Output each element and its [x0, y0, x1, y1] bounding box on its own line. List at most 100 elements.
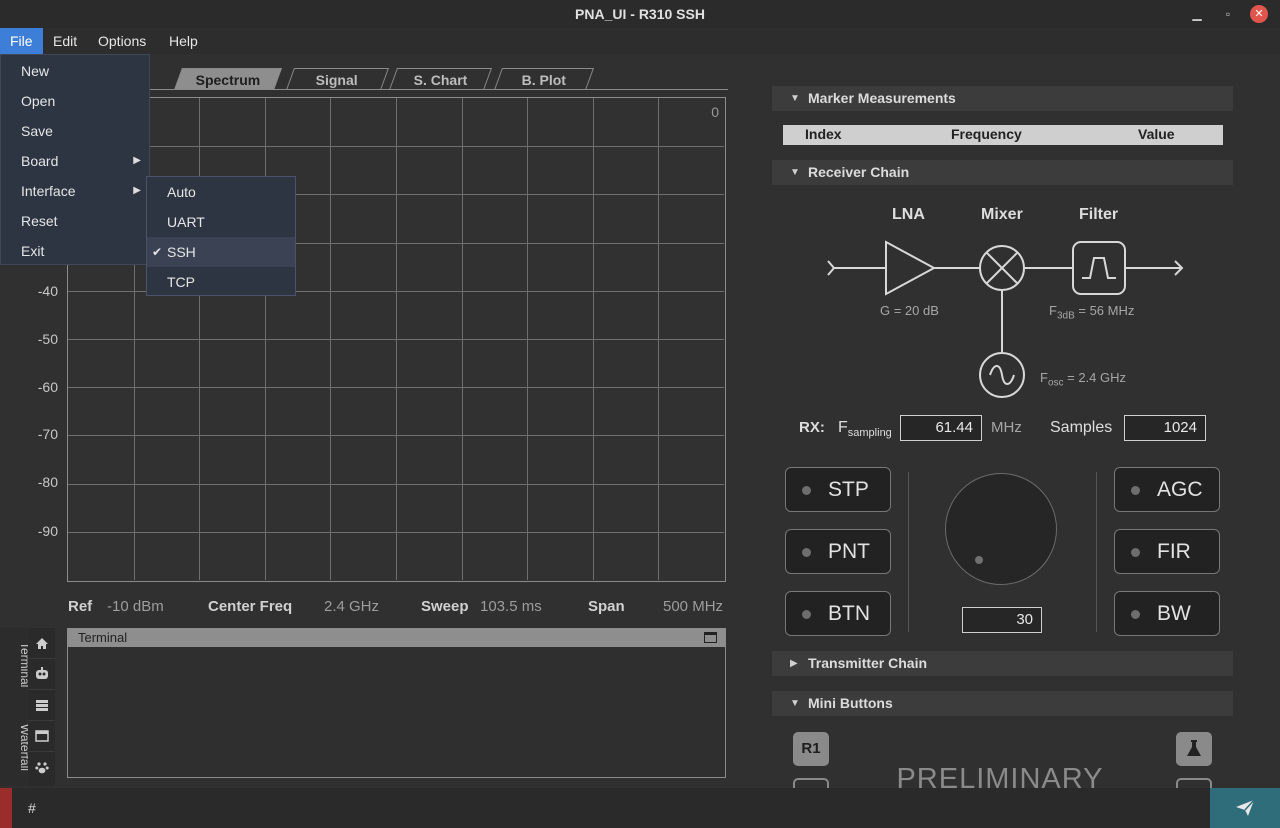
sweep-value: 103.5 ms [480, 598, 542, 615]
f3db-suffix: = 56 MHz [1074, 303, 1135, 318]
window-icon[interactable] [28, 721, 55, 752]
led-indicator [802, 610, 811, 619]
section-title: Receiver Chain [808, 164, 910, 180]
menu-edit[interactable]: Edit [43, 28, 87, 54]
led-indicator [802, 486, 811, 495]
rx-label: RX: [799, 419, 825, 436]
minimize-icon[interactable]: ▁ [1188, 5, 1206, 23]
tab-spectrum[interactable]: Spectrum [173, 68, 283, 90]
menu-options[interactable]: Options [88, 28, 156, 54]
stp-button[interactable]: STP [785, 467, 891, 512]
fosc-sub: osc [1047, 377, 1064, 389]
y-tick: -50 [37, 331, 58, 347]
spectrum-plot[interactable]: 0 [67, 97, 726, 582]
filter-label: Filter [1079, 206, 1119, 223]
fs-prefix: F [838, 419, 848, 436]
btn-button[interactable]: BTN [785, 591, 891, 636]
menu-item-open[interactable]: Open [1, 86, 149, 116]
fsampling-label: Fsampling [838, 419, 892, 439]
section-title: Marker Measurements [808, 90, 956, 106]
pnt-label: PNT [828, 540, 870, 563]
tab-s-chart[interactable]: S. Chart [388, 68, 493, 90]
send-icon [1236, 799, 1255, 816]
fsampling-unit: MHz [991, 419, 1022, 436]
fsampling-input[interactable]: 61.44 [900, 415, 982, 441]
menu-help[interactable]: Help [159, 28, 208, 54]
robot-icon[interactable] [28, 659, 55, 690]
menu-bar: File Edit Options Help [0, 28, 1280, 54]
knob-value-input[interactable]: 30 [962, 607, 1042, 633]
mixer-label: Mixer [981, 206, 1023, 223]
command-input[interactable] [44, 794, 1204, 822]
y-tick: -70 [37, 426, 58, 442]
r1-button[interactable]: R1 [793, 732, 829, 766]
send-button[interactable] [1210, 788, 1280, 828]
check-icon: ✔ [152, 245, 163, 259]
terminal-header: Terminal [68, 629, 725, 647]
mini-button-partial[interactable] [793, 778, 829, 788]
preliminary-watermark: PRELIMINARY [896, 763, 1104, 788]
span-value: 500 MHz [663, 598, 724, 615]
center-freq-value: 2.4 GHz [324, 598, 380, 615]
ref-label: Ref [68, 598, 93, 615]
paw-icon[interactable] [28, 752, 55, 783]
side-toolbar [28, 628, 55, 786]
interface-ssh[interactable]: ✔ SSH [147, 237, 295, 267]
menu-item-save[interactable]: Save [1, 116, 149, 146]
col-index: Index [805, 126, 842, 142]
receiver-chain-header[interactable]: ▼ Receiver Chain [772, 160, 1233, 185]
y-tick: -40 [37, 283, 58, 299]
interface-tcp[interactable]: TCP [147, 267, 295, 297]
tab-b-plot[interactable]: B. Plot [493, 68, 595, 90]
menu-file[interactable]: File [0, 28, 43, 54]
plot-corner-value: 0 [711, 104, 719, 120]
menu-item-interface[interactable]: Interface ▶ [1, 176, 149, 206]
osc-frequency: Fosc = 2.4 GHz [1040, 370, 1126, 389]
bw-button[interactable]: BW [1114, 591, 1220, 636]
submenu-arrow-icon: ▶ [133, 185, 141, 196]
close-icon[interactable]: ✕ [1250, 5, 1268, 23]
board-label: Board [21, 153, 59, 169]
plot-grid [68, 98, 724, 580]
samples-input[interactable]: 1024 [1124, 415, 1206, 441]
maximize-icon[interactable] [704, 632, 717, 643]
menu-item-new[interactable]: New [1, 56, 149, 86]
interface-uart[interactable]: UART [147, 207, 295, 237]
collapse-icon: ▼ [790, 93, 800, 104]
interface-submenu: Auto UART ✔ SSH TCP [146, 176, 296, 296]
fir-button[interactable]: FIR [1114, 529, 1220, 574]
tab-signal[interactable]: Signal [285, 68, 390, 90]
home-icon[interactable] [28, 628, 55, 659]
server-icon[interactable] [28, 690, 55, 721]
btn-label: BTN [828, 602, 870, 625]
mini-button-partial[interactable] [1176, 778, 1212, 788]
tab-underline [60, 89, 728, 90]
agc-label: AGC [1157, 478, 1203, 501]
agc-button[interactable]: AGC [1114, 467, 1220, 512]
flask-button[interactable] [1176, 732, 1212, 766]
command-prompt: # [28, 800, 36, 816]
side-tab-strip: Terminal Waterfall [0, 628, 32, 786]
f3db-sub: 3dB [1056, 310, 1075, 322]
led-indicator [1131, 610, 1140, 619]
y-tick: -80 [37, 474, 58, 490]
marker-measurements-header[interactable]: ▼ Marker Measurements [772, 86, 1233, 111]
collapse-icon: ▼ [790, 167, 800, 178]
menu-item-exit[interactable]: Exit [1, 236, 149, 266]
y-tick: -60 [37, 379, 58, 395]
center-freq-label: Center Freq [208, 598, 293, 615]
transmitter-chain-header[interactable]: ▶ Transmitter Chain [772, 651, 1233, 676]
interface-auto[interactable]: Auto [147, 177, 295, 207]
restore-icon[interactable]: ▫ [1219, 5, 1237, 23]
terminal-panel[interactable]: Terminal [67, 628, 726, 778]
mini-buttons-header[interactable]: ▼ Mini Buttons [772, 691, 1233, 716]
rotary-knob[interactable] [945, 473, 1057, 585]
ref-value: -10 dBm [107, 598, 164, 615]
y-tick: -90 [37, 523, 58, 539]
pnt-button[interactable]: PNT [785, 529, 891, 574]
terminal-title: Terminal [78, 630, 128, 645]
menu-item-reset[interactable]: Reset [1, 206, 149, 236]
tab-b-plot-label: B. Plot [521, 72, 566, 88]
menu-item-board[interactable]: Board ▶ [1, 146, 149, 176]
bw-label: BW [1157, 602, 1191, 625]
